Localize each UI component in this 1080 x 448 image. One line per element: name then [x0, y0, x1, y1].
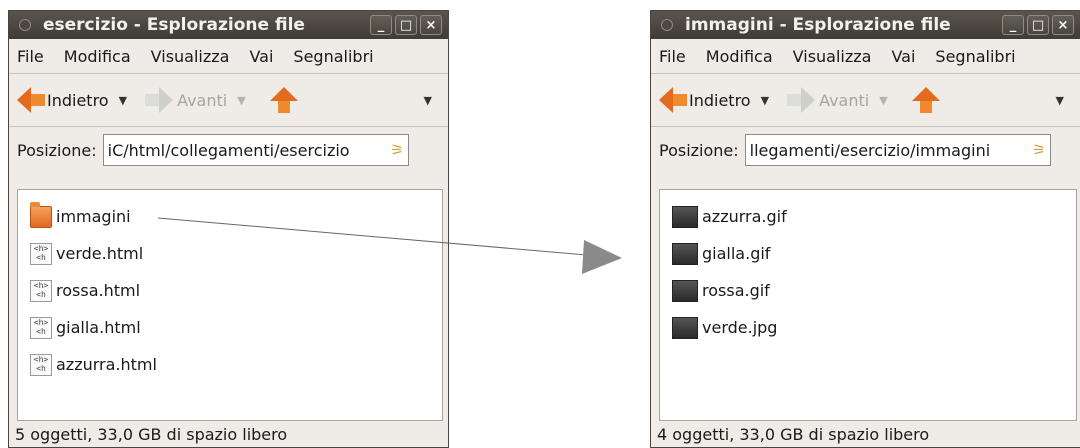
- connector-line: [157, 217, 599, 257]
- connector-arrow: [157, 217, 622, 274]
- arrowhead-icon: [582, 240, 622, 274]
